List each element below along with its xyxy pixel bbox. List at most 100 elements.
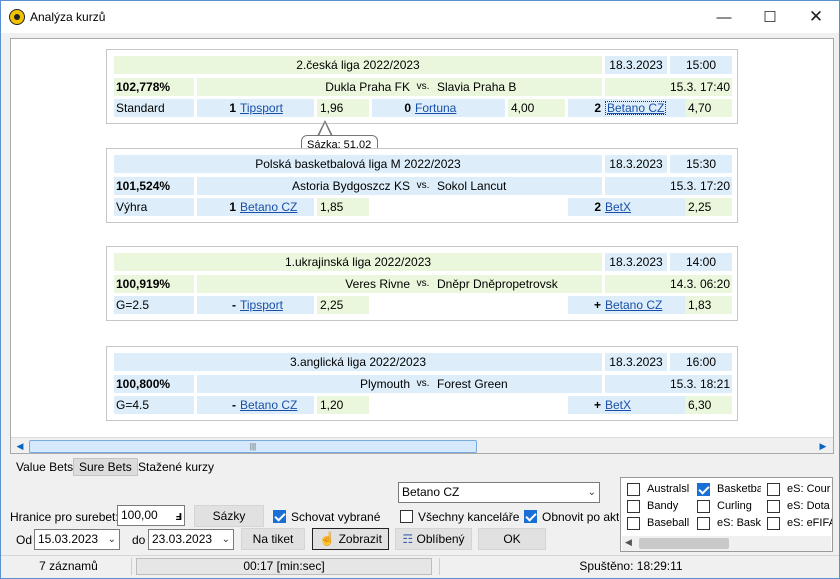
tab-sure-bets[interactable]: Sure Bets <box>73 458 138 476</box>
odds-value[interactable]: 1,96 <box>317 99 369 117</box>
sport-label: Australsl <box>647 483 690 495</box>
bookmaker-select[interactable]: Betano CZ ⌄ <box>398 482 600 503</box>
match-time: 14:00 <box>670 253 732 271</box>
odds-value[interactable]: 1,83 <box>685 296 732 314</box>
from-date-picker[interactable]: 15.03.2023 ⌄ <box>34 529 120 550</box>
league-row: 3.anglická liga 2022/2023 18.3.2023 16:0… <box>114 353 732 371</box>
horizontal-scrollbar[interactable]: ◀ ||| ▶ <box>11 437 833 453</box>
start-time: Spuštěno: 18:29:11 <box>579 559 683 573</box>
versus-label: vs. <box>412 78 434 96</box>
bet-type: G=2.5 <box>114 296 194 314</box>
bets-button[interactable]: Sázky <box>194 505 264 527</box>
favorite-button[interactable]: ☶ Oblíbený <box>395 528 472 550</box>
all-bookmakers-checkbox[interactable] <box>400 510 413 523</box>
bookmaker-link[interactable]: Tipsport <box>240 101 283 115</box>
sport-checkbox[interactable] <box>627 517 640 530</box>
sport-checkbox[interactable] <box>697 500 710 513</box>
tab-value-bets[interactable]: Value Bets <box>10 458 79 476</box>
odds-value[interactable]: 4,00 <box>508 99 565 117</box>
surebet-percent: 100,800% <box>114 375 194 393</box>
scroll-left-icon[interactable]: ◀ <box>12 439 28 453</box>
outcome-label: + <box>568 396 605 414</box>
bookmaker-link[interactable]: Betano CZ <box>605 101 667 115</box>
home-team: Plymouth <box>197 375 412 393</box>
chevron-down-icon[interactable]: ⌄ <box>108 530 116 549</box>
league-name: Polská basketbalová liga M 2022/2023 <box>114 155 602 173</box>
league-name: 2.česká liga 2022/2023 <box>114 56 602 74</box>
to-date-picker[interactable]: 23.03.2023 ⌄ <box>148 529 234 550</box>
all-bookmakers-label: Všechny kanceláře <box>418 510 520 524</box>
sports-scrollbar[interactable]: ◀ <box>622 536 831 551</box>
hide-selected-checkbox[interactable] <box>273 510 286 523</box>
show-button[interactable]: ☝ Zobrazit <box>312 528 389 550</box>
outcome-label: + <box>568 296 605 314</box>
league-row: 2.česká liga 2022/2023 18.3.2023 15:00 <box>114 56 732 74</box>
maximize-button[interactable]: ☐ <box>747 1 793 33</box>
match-start: 14.3. 06:20 <box>605 275 732 293</box>
match-card[interactable]: 2.česká liga 2022/2023 18.3.2023 15:00 1… <box>106 49 738 124</box>
sports-filter-list[interactable]: Australsl Basketba eS: Cour Bandy Curlin… <box>620 477 833 552</box>
scroll-right-icon[interactable]: ▶ <box>815 439 831 453</box>
surebet-list[interactable]: 2.česká liga 2022/2023 18.3.2023 15:00 1… <box>10 38 834 454</box>
odds-value[interactable]: 2,25 <box>317 296 369 314</box>
match-card[interactable]: 1.ukrajinská liga 2022/2023 18.3.2023 14… <box>106 246 738 321</box>
surebet-percent: 102,778% <box>114 78 194 96</box>
odds-row: Výhra 1 Betano CZ 1,85 2 BetX 2,25 <box>114 198 732 216</box>
match-card[interactable]: 3.anglická liga 2022/2023 18.3.2023 16:0… <box>106 346 738 421</box>
sport-checkbox[interactable] <box>767 483 780 496</box>
odds-value[interactable]: 4,70 <box>685 99 732 117</box>
home-team: Dukla Praha FK <box>197 78 412 96</box>
odds-value[interactable]: 1,85 <box>317 198 369 216</box>
hand-pointer-icon: ☝ <box>319 531 336 546</box>
from-label: Od <box>16 533 33 547</box>
away-team: Forest Green <box>434 375 602 393</box>
bookmaker-link[interactable]: BetX <box>605 398 631 412</box>
outcome-label: 1 <box>197 198 240 216</box>
show-button-label: Zobrazit <box>338 532 382 546</box>
match-start: 15.3. 17:40 <box>605 78 732 96</box>
sport-checkbox[interactable] <box>767 500 780 513</box>
odds-row: Standard 1 Tipsport 1,96 0 Fortuna 4,00 … <box>114 99 732 117</box>
chevron-down-icon[interactable]: ⌄ <box>588 483 596 502</box>
threshold-input[interactable]: 100,00 ⅎ <box>117 505 185 526</box>
bookmaker-link[interactable]: BetX <box>605 200 631 214</box>
outcome-label: 2 <box>568 99 605 117</box>
tab-downloaded-odds[interactable]: Stažené kurzy <box>132 458 220 476</box>
sport-label: Basketba <box>717 483 761 495</box>
sport-checkbox[interactable] <box>627 500 640 513</box>
chevron-down-icon[interactable]: ⌄ <box>222 530 230 549</box>
bookmaker-link[interactable]: Betano CZ <box>605 298 662 312</box>
from-date-value: 15.03.2023 <box>38 532 99 546</box>
threshold-value: 100,00 <box>121 508 158 522</box>
add-to-ticket-button[interactable]: Na tiket <box>241 528 305 550</box>
match-time: 16:00 <box>670 353 732 371</box>
bookmaker-link[interactable]: Fortuna <box>415 101 456 115</box>
sport-checkbox[interactable] <box>767 517 780 530</box>
sport-label: Bandy <box>647 500 679 512</box>
odds-value[interactable]: 1,20 <box>317 396 369 414</box>
calculator-icon[interactable]: ⅎ <box>175 506 182 525</box>
bookmaker-link[interactable]: Betano CZ <box>240 200 297 214</box>
minimize-button[interactable]: — <box>701 1 747 33</box>
sport-label: eS: eFIFA <box>787 517 832 529</box>
sport-checkbox[interactable] <box>697 483 710 496</box>
title-bar[interactable]: Analýza kurzů — ☐ ✕ <box>1 1 839 33</box>
bookmaker-selected-value: Betano CZ <box>402 485 460 499</box>
odds-value[interactable]: 6,30 <box>685 396 732 414</box>
analysis-window: Analýza kurzů — ☐ ✕ 2.česká liga 2022/20… <box>0 0 840 579</box>
sport-checkbox[interactable] <box>627 483 640 496</box>
odds-value[interactable]: 2,25 <box>685 198 732 216</box>
scroll-thumb[interactable]: ||| <box>29 440 477 453</box>
sport-checkbox[interactable] <box>697 517 710 530</box>
match-date: 18.3.2023 <box>605 155 667 173</box>
scroll-thumb[interactable] <box>639 538 729 549</box>
sport-label: Baseball <box>647 517 690 529</box>
close-button[interactable]: ✕ <box>793 1 839 33</box>
bet-type: Standard <box>114 99 194 117</box>
ok-button[interactable]: OK <box>478 528 546 550</box>
auto-refresh-checkbox[interactable] <box>524 510 537 523</box>
match-card[interactable]: Polská basketbalová liga M 2022/2023 18.… <box>106 148 738 223</box>
bookmaker-link[interactable]: Betano CZ <box>240 398 297 412</box>
bookmaker-link[interactable]: Tipsport <box>240 298 283 312</box>
scroll-left-icon[interactable]: ◀ <box>625 537 632 548</box>
